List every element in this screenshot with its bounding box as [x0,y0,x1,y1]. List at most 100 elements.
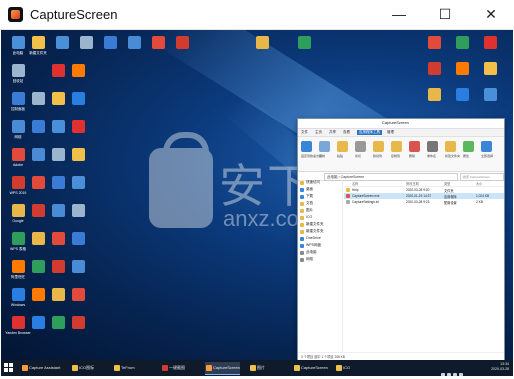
close-button[interactable]: ✕ [468,0,514,29]
explorer-ribbon-tabs: 文件 主页 共享 查看 应用程序工具 管理 [298,129,504,137]
desktop-icon[interactable] [65,120,91,133]
desktop-icon[interactable] [65,64,91,77]
nav-item[interactable]: 此电脑 [298,249,342,256]
desktop-icon[interactable] [477,62,503,75]
taskbar-item[interactable]: TeFrom [113,362,135,374]
app-shortcut-icon [455,88,469,101]
explorer-tab[interactable]: 文件 [301,130,308,135]
ribbon-button[interactable] [463,141,474,152]
desktop-icon[interactable] [477,88,503,101]
nav-item[interactable]: 下载 [298,193,342,200]
app-icon [8,7,23,22]
nav-folder-icon [300,229,304,234]
desktop-icon[interactable]: 新建文件夹 [25,36,51,55]
nav-item-label: 新建文件夹 [306,222,324,226]
minimize-button[interactable]: — [376,0,422,29]
column-header[interactable]: 类型 [444,181,450,186]
app-shortcut-icon [55,36,69,49]
taskbar-item[interactable]: ICO图标 [71,362,94,374]
explorer-tab[interactable]: 主页 [315,130,322,135]
start-button[interactable] [4,363,14,373]
desktop-icon[interactable]: 回收站 [5,64,31,83]
desktop-icon[interactable] [73,36,99,49]
file-type-icon [346,194,350,198]
nav-item[interactable]: 图片 [298,207,342,214]
desktop-icon[interactable] [421,36,447,49]
tray-icons[interactable] [441,364,469,376]
desktop-icon[interactable] [65,260,91,273]
file-list-header: 名称 修改日期 类型 大小 [344,179,504,187]
app-shortcut-icon [51,260,65,273]
desktop-icon[interactable] [421,62,447,75]
clock-date: 2020-03-28 [491,367,509,371]
desktop-icon-label: 回收站 [12,79,24,83]
taskbar: Capture Assistant ICO图标 TeFrom 一键截图 CaptureS… [1,360,513,376]
maximize-button[interactable]: ☐ [422,0,468,29]
app-shortcut-icon [427,88,441,101]
ribbon-button-label: 全部选择 [481,154,494,158]
ribbon-button[interactable] [355,141,366,152]
nav-item[interactable]: ICO [298,214,342,221]
taskbar-item[interactable]: CaptureScreen [205,362,240,375]
file-row[interactable]: CaptureSettings.ini 2020-03-28 9:23 配置设置 2 … [344,199,504,205]
explorer-tab[interactable]: 查看 [343,130,350,135]
desktop-icon[interactable] [65,288,91,301]
ribbon-button[interactable] [337,141,348,152]
desktop-icon[interactable] [65,204,91,217]
nav-item[interactable]: 快速访问 [298,179,342,186]
desktop-icon[interactable] [145,36,171,49]
column-header[interactable]: 名称 [352,181,358,186]
desktop-icon[interactable] [65,92,91,105]
explorer-tab[interactable]: 管理 [387,130,394,135]
nav-item[interactable]: WPS网盘 [298,242,342,249]
desktop-icon[interactable] [477,36,503,49]
explorer-tab[interactable]: 共享 [329,130,336,135]
desktop-icon[interactable] [449,36,475,49]
taskbar-item[interactable]: Capture Assistant [21,362,60,374]
taskbar-item[interactable]: 图片 [249,362,265,374]
column-header[interactable]: 修改日期 [406,181,419,186]
ribbon-button[interactable] [427,141,438,152]
ribbon-button[interactable] [409,141,420,152]
explorer-body: 快速访问 桌面 下载 文档 图片 ICO 新建文件夹 新建文件夹 OneDrive WPS网盘 此电… [298,179,504,353]
desktop-icon[interactable] [291,36,317,49]
taskbar-item[interactable]: ICO [335,362,350,374]
app-shortcut-icon [11,36,25,49]
ribbon-button[interactable] [373,141,384,152]
desktop-icon[interactable] [49,36,75,49]
ribbon-button[interactable] [445,141,456,152]
nav-item[interactable]: 网络 [298,256,342,263]
window-title: CaptureScreen [30,7,118,22]
taskbar-item[interactable]: CaptureScreen [293,362,328,374]
desktop-icon-label: WPS 2019 [9,191,27,195]
desktop-icon[interactable] [65,176,91,189]
ribbon-button[interactable] [481,141,492,152]
ribbon-button[interactable] [301,141,312,152]
ribbon-button[interactable] [319,141,330,152]
desktop-icon[interactable] [65,316,91,329]
desktop-icon[interactable] [169,36,195,49]
ribbon-button[interactable] [391,141,402,152]
nav-item-label: 下载 [306,194,313,198]
desktop-icon[interactable] [121,36,147,49]
nav-item[interactable]: 新建文件夹 [298,228,342,235]
desktop-icon[interactable] [65,148,91,161]
nav-item[interactable]: 新建文件夹 [298,221,342,228]
tray-clock[interactable]: 13:34 2020-03-28 [491,362,509,372]
desktop-icon[interactable] [65,232,91,245]
taskbar-item[interactable]: 一键截图 [161,362,185,374]
desktop-icon[interactable] [249,36,275,49]
explorer-tab[interactable]: 应用程序工具 [357,130,382,135]
app-shortcut-icon [255,36,269,49]
desktop-icon[interactable] [97,36,123,49]
nav-item[interactable]: 桌面 [298,186,342,193]
column-header[interactable]: 大小 [476,181,482,186]
desktop-icon[interactable] [449,88,475,101]
status-bar: 3 个项目 选中 1 个项目 258 KB [298,352,504,360]
desktop-icon[interactable] [421,88,447,101]
desktop-icon[interactable] [449,62,475,75]
nav-item[interactable]: OneDrive [298,235,342,242]
nav-item[interactable]: 文档 [298,200,342,207]
app-shortcut-icon [483,62,497,75]
app-shortcut-icon [427,62,441,75]
